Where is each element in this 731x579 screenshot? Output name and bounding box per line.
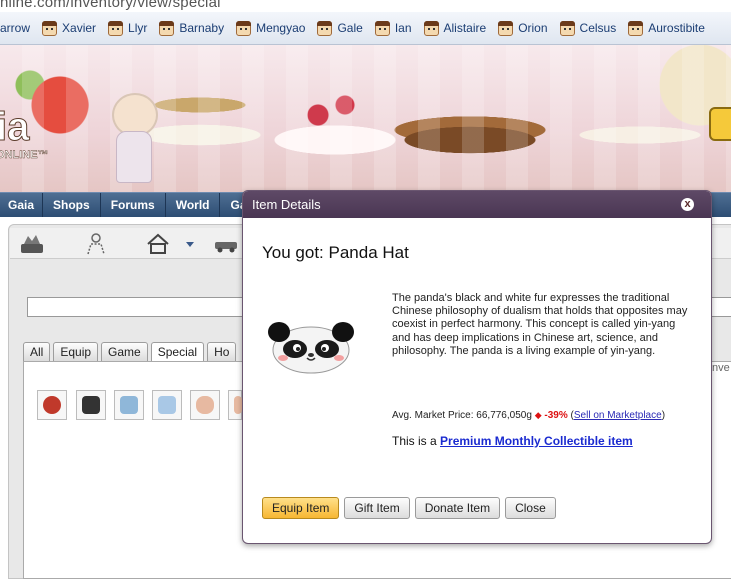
donate-item-button[interactable]: Donate Item bbox=[414, 497, 501, 519]
bookmark-llyr[interactable]: Llyr bbox=[103, 12, 154, 44]
avatar-face-icon bbox=[108, 20, 124, 36]
inventory-slot[interactable] bbox=[152, 390, 182, 420]
close-button[interactable]: Close bbox=[505, 497, 556, 519]
address-bar[interactable]: nline.com/inventory/view/special bbox=[0, 0, 731, 12]
site-banner: ia ONLINE™ bbox=[0, 45, 731, 192]
premium-collectible-link[interactable]: Premium Monthly Collectible item bbox=[440, 434, 633, 448]
inventory-slot[interactable] bbox=[190, 390, 220, 420]
sell-on-marketplace-link[interactable]: Sell on Marketplace bbox=[574, 410, 662, 421]
bookmarks-bar: arrow Xavier Llyr Barnaby Mengyao Gale I… bbox=[0, 12, 731, 45]
gift-item-button[interactable]: Gift Item bbox=[344, 497, 410, 519]
dialog-header: Item Details x bbox=[243, 191, 711, 218]
bookmark-xavier[interactable]: Xavier bbox=[37, 12, 103, 44]
avatar-face-icon bbox=[42, 20, 58, 36]
banner-widget-button[interactable] bbox=[709, 107, 731, 141]
dialog-actions: Equip Item Gift Item Donate Item Close bbox=[262, 497, 556, 519]
price-down-arrow-icon: ◆ bbox=[534, 410, 542, 420]
avatar-face-icon bbox=[498, 20, 514, 36]
tab-equip[interactable]: Equip bbox=[53, 342, 99, 362]
inventory-tabs: All Equip Game Special Ho bbox=[23, 342, 237, 362]
nav-shops[interactable]: Shops bbox=[43, 193, 101, 217]
bookmark-alistaire[interactable]: Alistaire bbox=[419, 12, 494, 44]
tab-home[interactable]: Ho bbox=[207, 342, 237, 362]
bookmark-ian[interactable]: Ian bbox=[370, 12, 419, 44]
dropdown-arrow-icon[interactable] bbox=[183, 232, 197, 256]
avatar-face-icon bbox=[628, 20, 644, 36]
inventory-slot[interactable] bbox=[228, 390, 242, 420]
gaia-emblem-icon[interactable] bbox=[18, 232, 46, 256]
premium-note: This is a Premium Monthly Collectible it… bbox=[392, 434, 633, 448]
market-price-value: Avg. Market Price: 66,776,050g bbox=[392, 410, 532, 421]
bookmark-gale[interactable]: Gale bbox=[312, 12, 369, 44]
avatar-face-icon bbox=[236, 20, 252, 36]
item-details-dialog: Item Details x You got: Panda Hat The pa… bbox=[242, 190, 712, 544]
inventory-slot[interactable] bbox=[37, 390, 67, 420]
price-change: -39% bbox=[544, 410, 568, 421]
tab-all[interactable]: All bbox=[23, 342, 51, 362]
avatar-equip-icon[interactable] bbox=[82, 232, 110, 256]
avatar-face-icon bbox=[559, 20, 575, 36]
bookmark-arrow[interactable]: arrow bbox=[0, 12, 37, 44]
close-icon[interactable]: x bbox=[681, 198, 694, 211]
inventory-slot[interactable] bbox=[114, 390, 144, 420]
home-icon[interactable] bbox=[144, 232, 172, 256]
gaia-logo[interactable]: ia ONLINE™ bbox=[0, 107, 49, 162]
user-avatar[interactable] bbox=[98, 85, 168, 190]
bookmark-celsus[interactable]: Celsus bbox=[555, 12, 624, 44]
inventory-side-label: Inve bbox=[709, 362, 730, 374]
bookmark-barnaby[interactable]: Barnaby bbox=[154, 12, 231, 44]
bookmark-orion[interactable]: Orion bbox=[493, 12, 554, 44]
item-description: The panda's black and white fur expresse… bbox=[392, 292, 688, 357]
panda-hat-image bbox=[268, 322, 354, 374]
market-price: Avg. Market Price: 66,776,050g ◆ -39% (S… bbox=[392, 410, 666, 421]
tab-game[interactable]: Game bbox=[101, 342, 148, 362]
car-icon[interactable] bbox=[212, 232, 240, 256]
search-input-end bbox=[709, 297, 731, 317]
avatar-face-icon bbox=[317, 20, 333, 36]
avatar-face-icon bbox=[374, 20, 390, 36]
url-text: nline.com/inventory/view/special bbox=[0, 0, 221, 11]
nav-forums[interactable]: Forums bbox=[101, 193, 166, 217]
dialog-title: Item Details bbox=[252, 197, 321, 212]
bookmark-aurostibite[interactable]: Aurostibite bbox=[623, 12, 712, 44]
inventory-search-input[interactable] bbox=[27, 297, 244, 317]
nav-world[interactable]: World bbox=[166, 193, 221, 217]
bookmark-mengyao[interactable]: Mengyao bbox=[231, 12, 312, 44]
avatar-face-icon bbox=[159, 20, 175, 36]
nav-gaia[interactable]: Gaia bbox=[0, 193, 44, 217]
inventory-slot[interactable] bbox=[76, 390, 106, 420]
avatar-face-icon bbox=[423, 20, 439, 36]
item-received-heading: You got: Panda Hat bbox=[262, 243, 409, 262]
tab-special[interactable]: Special bbox=[150, 342, 205, 362]
equip-item-button[interactable]: Equip Item bbox=[262, 497, 340, 519]
